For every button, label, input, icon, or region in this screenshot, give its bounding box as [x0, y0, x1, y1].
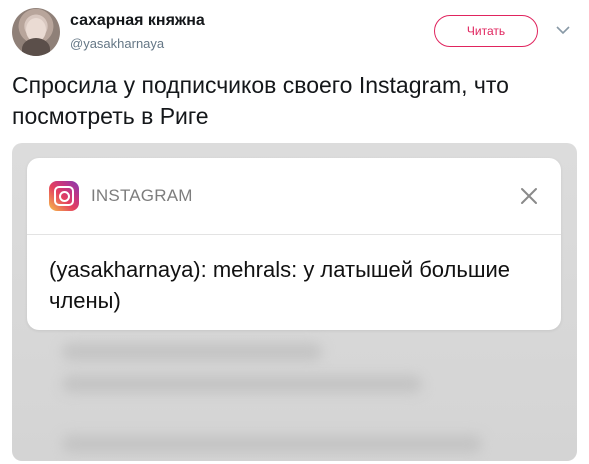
avatar[interactable] [12, 8, 60, 56]
push-notification: INSTAGRAM (yasakharnaya): mehrals: у лат… [27, 158, 561, 330]
tweet-text: Спросила у подписчиков своего Instagram,… [12, 72, 509, 129]
divider [27, 234, 561, 235]
close-icon[interactable] [517, 184, 541, 208]
follow-button[interactable]: Читать [434, 15, 538, 47]
instagram-icon [49, 181, 79, 211]
tweet-header: сахарная княжна @yasakharnaya Читать [12, 8, 577, 58]
notification-message: (yasakharnaya): mehrals: у латышей больш… [49, 257, 511, 313]
chevron-down-icon[interactable] [555, 22, 571, 38]
display-name[interactable]: сахарная княжна [70, 12, 205, 30]
notification-header: INSTAGRAM [27, 158, 561, 234]
notification-app-name: INSTAGRAM [91, 186, 193, 205]
user-handle[interactable]: @yasakharnaya [70, 36, 164, 51]
